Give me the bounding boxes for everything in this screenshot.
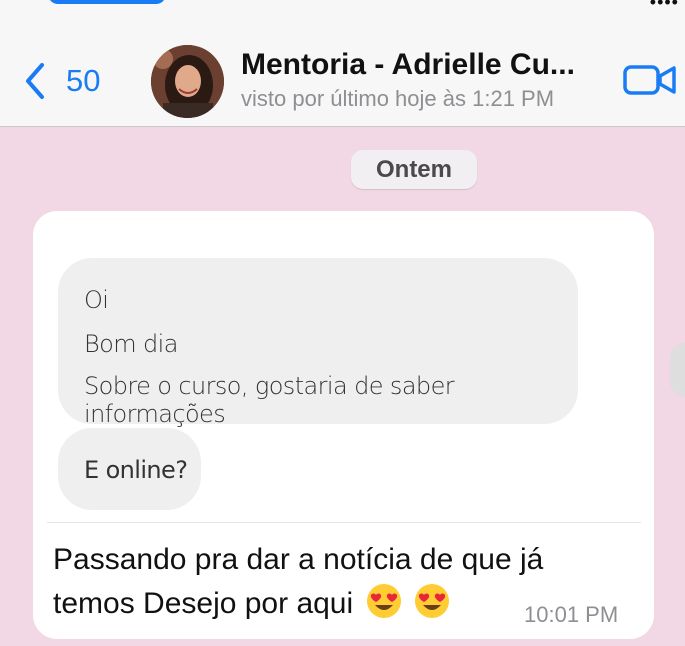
quoted-line: Bom dia <box>84 330 178 358</box>
unread-count: 50 <box>66 63 101 98</box>
chat-header: •••• 50 Mentoria - Adrielle Cu... visto … <box>0 0 685 127</box>
avatar[interactable] <box>151 45 224 118</box>
heart-eyes-emoji <box>366 584 401 618</box>
divider <box>47 522 641 523</box>
message-text-body: Passando pra dar a notícia de que já tem… <box>53 543 544 620</box>
heart-eyes-emoji <box>414 584 449 618</box>
message-timestamp: 10:01 PM <box>524 602 619 627</box>
back-button[interactable]: 50 <box>22 58 100 104</box>
video-camera-icon <box>623 65 676 95</box>
quoted-line: Oi <box>84 286 109 314</box>
video-call-button[interactable] <box>622 62 678 98</box>
signal-icon: •••• <box>649 0 679 12</box>
scroll-handle[interactable] <box>670 343 685 397</box>
chat-title[interactable]: Mentoria - Adrielle Cu... <box>241 48 611 82</box>
last-seen-status: visto por último hoje às 1:21 PM <box>241 86 555 111</box>
quoted-line: Sobre o curso, gostaria de saber informa… <box>84 372 455 428</box>
date-separator: Ontem <box>351 150 477 189</box>
quoted-line: E online? <box>84 456 188 484</box>
chevron-left-icon <box>26 63 44 99</box>
status-bar-pill <box>48 0 166 4</box>
quoted-image-message[interactable]: Oi Bom dia Sobre o curso, gostaria de sa… <box>58 258 578 428</box>
quoted-image-message-second[interactable]: E online? <box>58 428 201 510</box>
